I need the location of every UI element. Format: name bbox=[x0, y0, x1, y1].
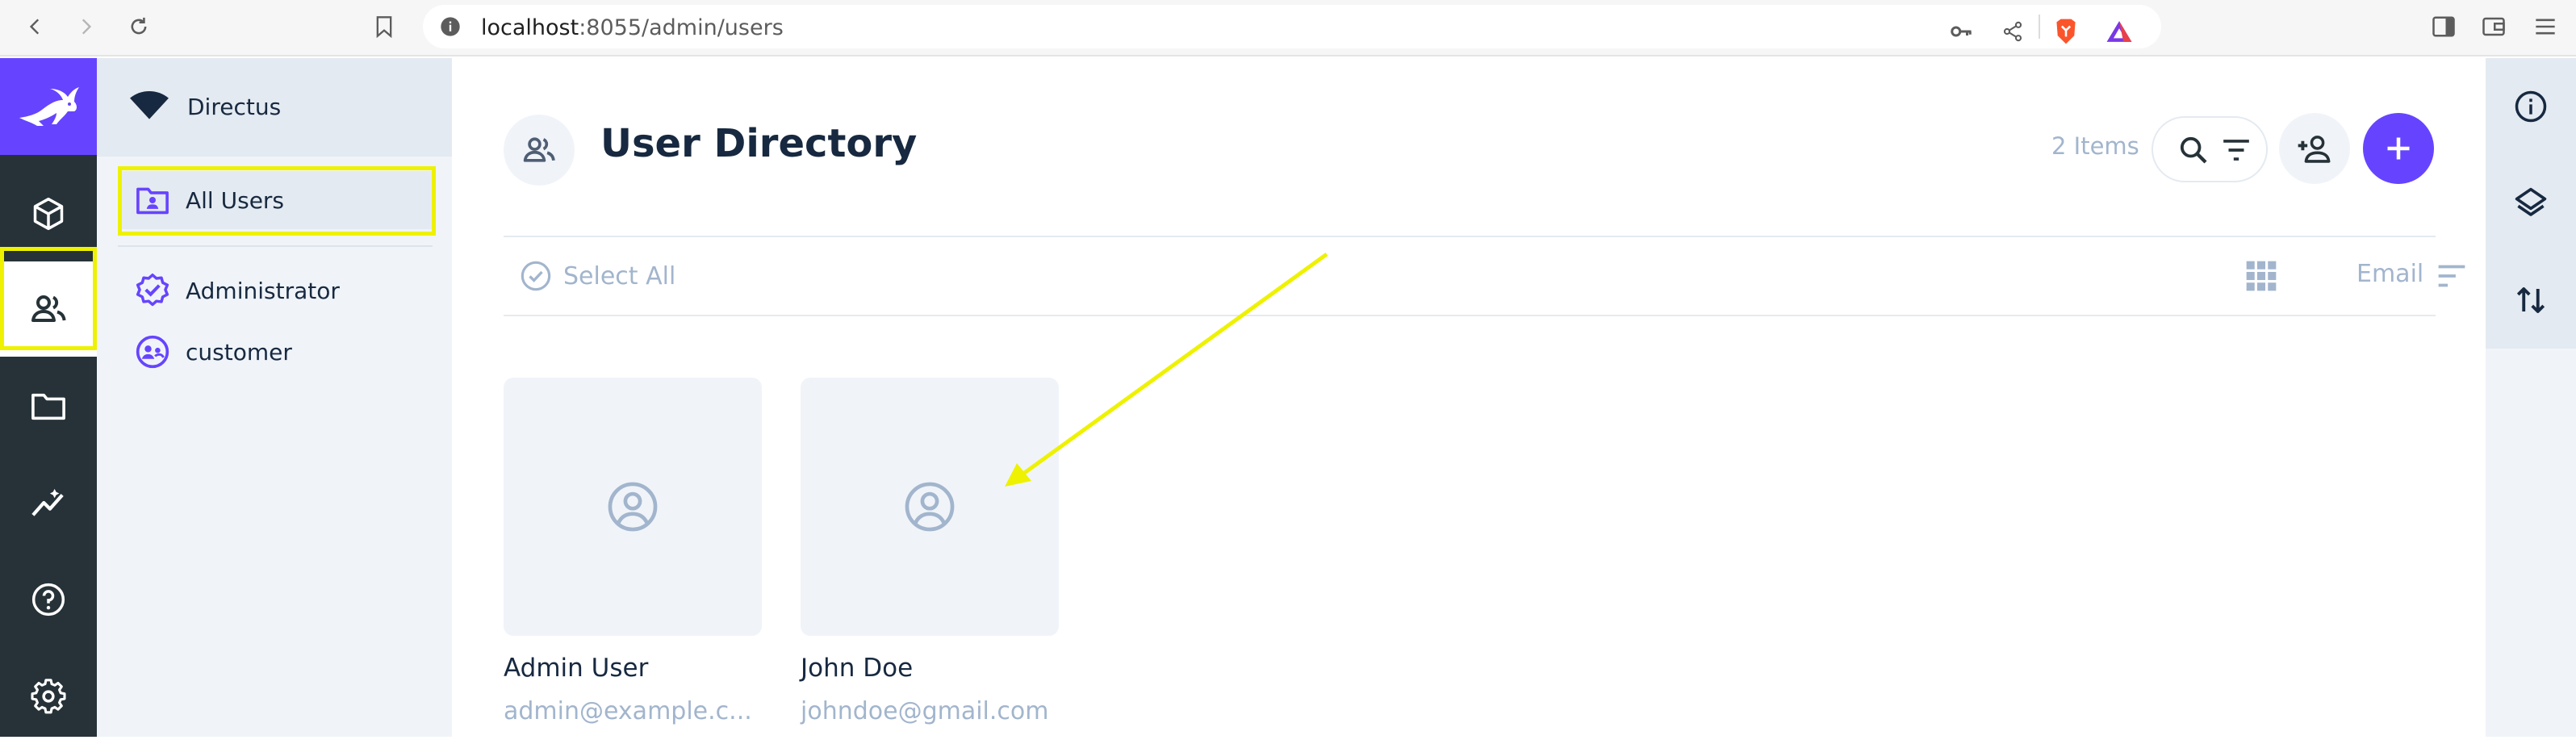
people-icon bbox=[523, 137, 555, 162]
brave-shields-button[interactable] bbox=[2050, 15, 2082, 48]
url-path: :8055/admin/users bbox=[579, 15, 784, 40]
brave-rewards-button[interactable] bbox=[2103, 15, 2135, 48]
navigation-pane: Directus All Users Administrator custome… bbox=[97, 58, 452, 737]
info-icon bbox=[2515, 90, 2547, 123]
grid-size-toggle[interactable] bbox=[2244, 258, 2279, 294]
sidebar-layout-button[interactable] bbox=[2486, 155, 2576, 252]
page-title: User Directory bbox=[600, 121, 918, 166]
filter-icon[interactable] bbox=[2221, 136, 2252, 165]
select-all-label: Select All bbox=[563, 261, 676, 290]
insights-chart-icon bbox=[31, 488, 64, 516]
sort-direction-button[interactable] bbox=[2436, 261, 2468, 290]
site-info-icon bbox=[441, 17, 460, 36]
nav-divider bbox=[118, 245, 433, 247]
settings-module-button[interactable] bbox=[0, 649, 97, 744]
account-circle-icon bbox=[905, 482, 955, 532]
search-filter-pill[interactable] bbox=[2152, 116, 2268, 182]
back-arrow-icon bbox=[29, 19, 40, 35]
key-icon bbox=[1951, 26, 1972, 37]
forward-button[interactable] bbox=[69, 10, 102, 43]
address-bar-divider bbox=[2039, 15, 2040, 39]
account-circle-icon bbox=[608, 482, 658, 532]
share-button[interactable] bbox=[1997, 15, 2029, 48]
select-all-button[interactable]: Select All bbox=[520, 260, 675, 292]
browser-menu-button[interactable] bbox=[2529, 10, 2561, 43]
brave-rewards-triangle-icon bbox=[2106, 21, 2132, 42]
rabbit-logo-icon bbox=[19, 87, 79, 126]
plus-icon bbox=[2387, 137, 2410, 160]
supervised-user-icon bbox=[132, 334, 173, 370]
insights-module-button[interactable] bbox=[0, 455, 97, 550]
module-bar bbox=[0, 58, 97, 737]
card-subtitle: johndoe@gmail.com bbox=[801, 697, 1049, 725]
share-icon bbox=[2003, 21, 2022, 42]
bookmark-button[interactable] bbox=[368, 10, 400, 43]
nav-item-customer[interactable]: customer bbox=[118, 323, 433, 381]
nav-item-label: customer bbox=[186, 338, 292, 366]
project-name: Directus bbox=[187, 94, 282, 120]
create-item-button[interactable] bbox=[2363, 113, 2434, 184]
hamburger-menu-icon bbox=[2536, 19, 2555, 35]
sort-field-selector[interactable]: Email bbox=[2356, 260, 2423, 288]
highlight-box-users-module bbox=[0, 247, 97, 350]
nav-item-administrator[interactable]: Administrator bbox=[118, 261, 433, 320]
right-sidebar bbox=[2486, 58, 2576, 737]
forward-arrow-icon bbox=[82, 19, 92, 35]
nav-item-label: Administrator bbox=[186, 277, 340, 304]
address-bar[interactable]: localhost:8055/admin/users bbox=[423, 5, 2161, 48]
directus-logo[interactable] bbox=[0, 58, 97, 155]
reload-button[interactable] bbox=[123, 10, 155, 43]
sidebar-info-button[interactable] bbox=[2486, 58, 2576, 155]
wallet-button[interactable] bbox=[2478, 10, 2510, 43]
check-circle-icon bbox=[521, 261, 551, 291]
main-content: User Directory 2 Items Select All Email bbox=[452, 58, 2486, 737]
url-text: localhost:8055/admin/users bbox=[481, 15, 784, 40]
password-key-button[interactable] bbox=[1945, 15, 1977, 48]
card-thumbnail bbox=[801, 378, 1059, 636]
layout-toolbar: Select All Email bbox=[504, 236, 2465, 316]
title-icon-button[interactable] bbox=[504, 115, 575, 186]
sort-icon bbox=[2438, 265, 2465, 287]
files-module-button[interactable] bbox=[0, 358, 97, 454]
brave-lion-icon bbox=[2056, 19, 2076, 44]
wifi-project-icon bbox=[130, 91, 169, 119]
reload-icon bbox=[131, 17, 147, 35]
highlight-box-all-users bbox=[118, 166, 436, 236]
item-count: 2 Items bbox=[2051, 132, 2139, 160]
invite-user-button[interactable] bbox=[2279, 113, 2350, 184]
grid-icon bbox=[2246, 261, 2277, 291]
help-module-button[interactable] bbox=[0, 552, 97, 647]
user-card[interactable]: John Doe johndoe@gmail.com bbox=[801, 378, 1059, 725]
user-card[interactable]: Admin User admin@example.c... bbox=[504, 378, 762, 725]
layers-icon bbox=[2515, 187, 2547, 216]
card-title: Admin User bbox=[504, 654, 649, 683]
sidebar-toggle-button[interactable] bbox=[2428, 10, 2460, 43]
url-host: localhost bbox=[481, 15, 579, 40]
card-title: John Doe bbox=[801, 654, 914, 683]
card-subtitle: admin@example.c... bbox=[504, 697, 752, 725]
browser-toolbar: localhost:8055/admin/users bbox=[0, 0, 2576, 56]
back-button[interactable] bbox=[19, 10, 52, 43]
bookmark-icon bbox=[376, 16, 392, 38]
verified-badge-icon bbox=[132, 273, 173, 308]
search-icon[interactable] bbox=[2177, 134, 2210, 166]
wallet-icon bbox=[2482, 17, 2505, 36]
gear-icon bbox=[31, 679, 66, 714]
import-export-icon bbox=[2516, 287, 2545, 313]
help-circle-icon bbox=[31, 583, 65, 617]
project-info[interactable]: Directus bbox=[97, 58, 452, 157]
person-add-icon bbox=[2298, 136, 2331, 163]
cube-icon bbox=[33, 197, 64, 231]
card-thumbnail bbox=[504, 378, 762, 636]
folder-icon bbox=[31, 393, 65, 420]
browser-sidebar-icon bbox=[2432, 16, 2455, 37]
sidebar-import-export-button[interactable] bbox=[2486, 252, 2576, 349]
